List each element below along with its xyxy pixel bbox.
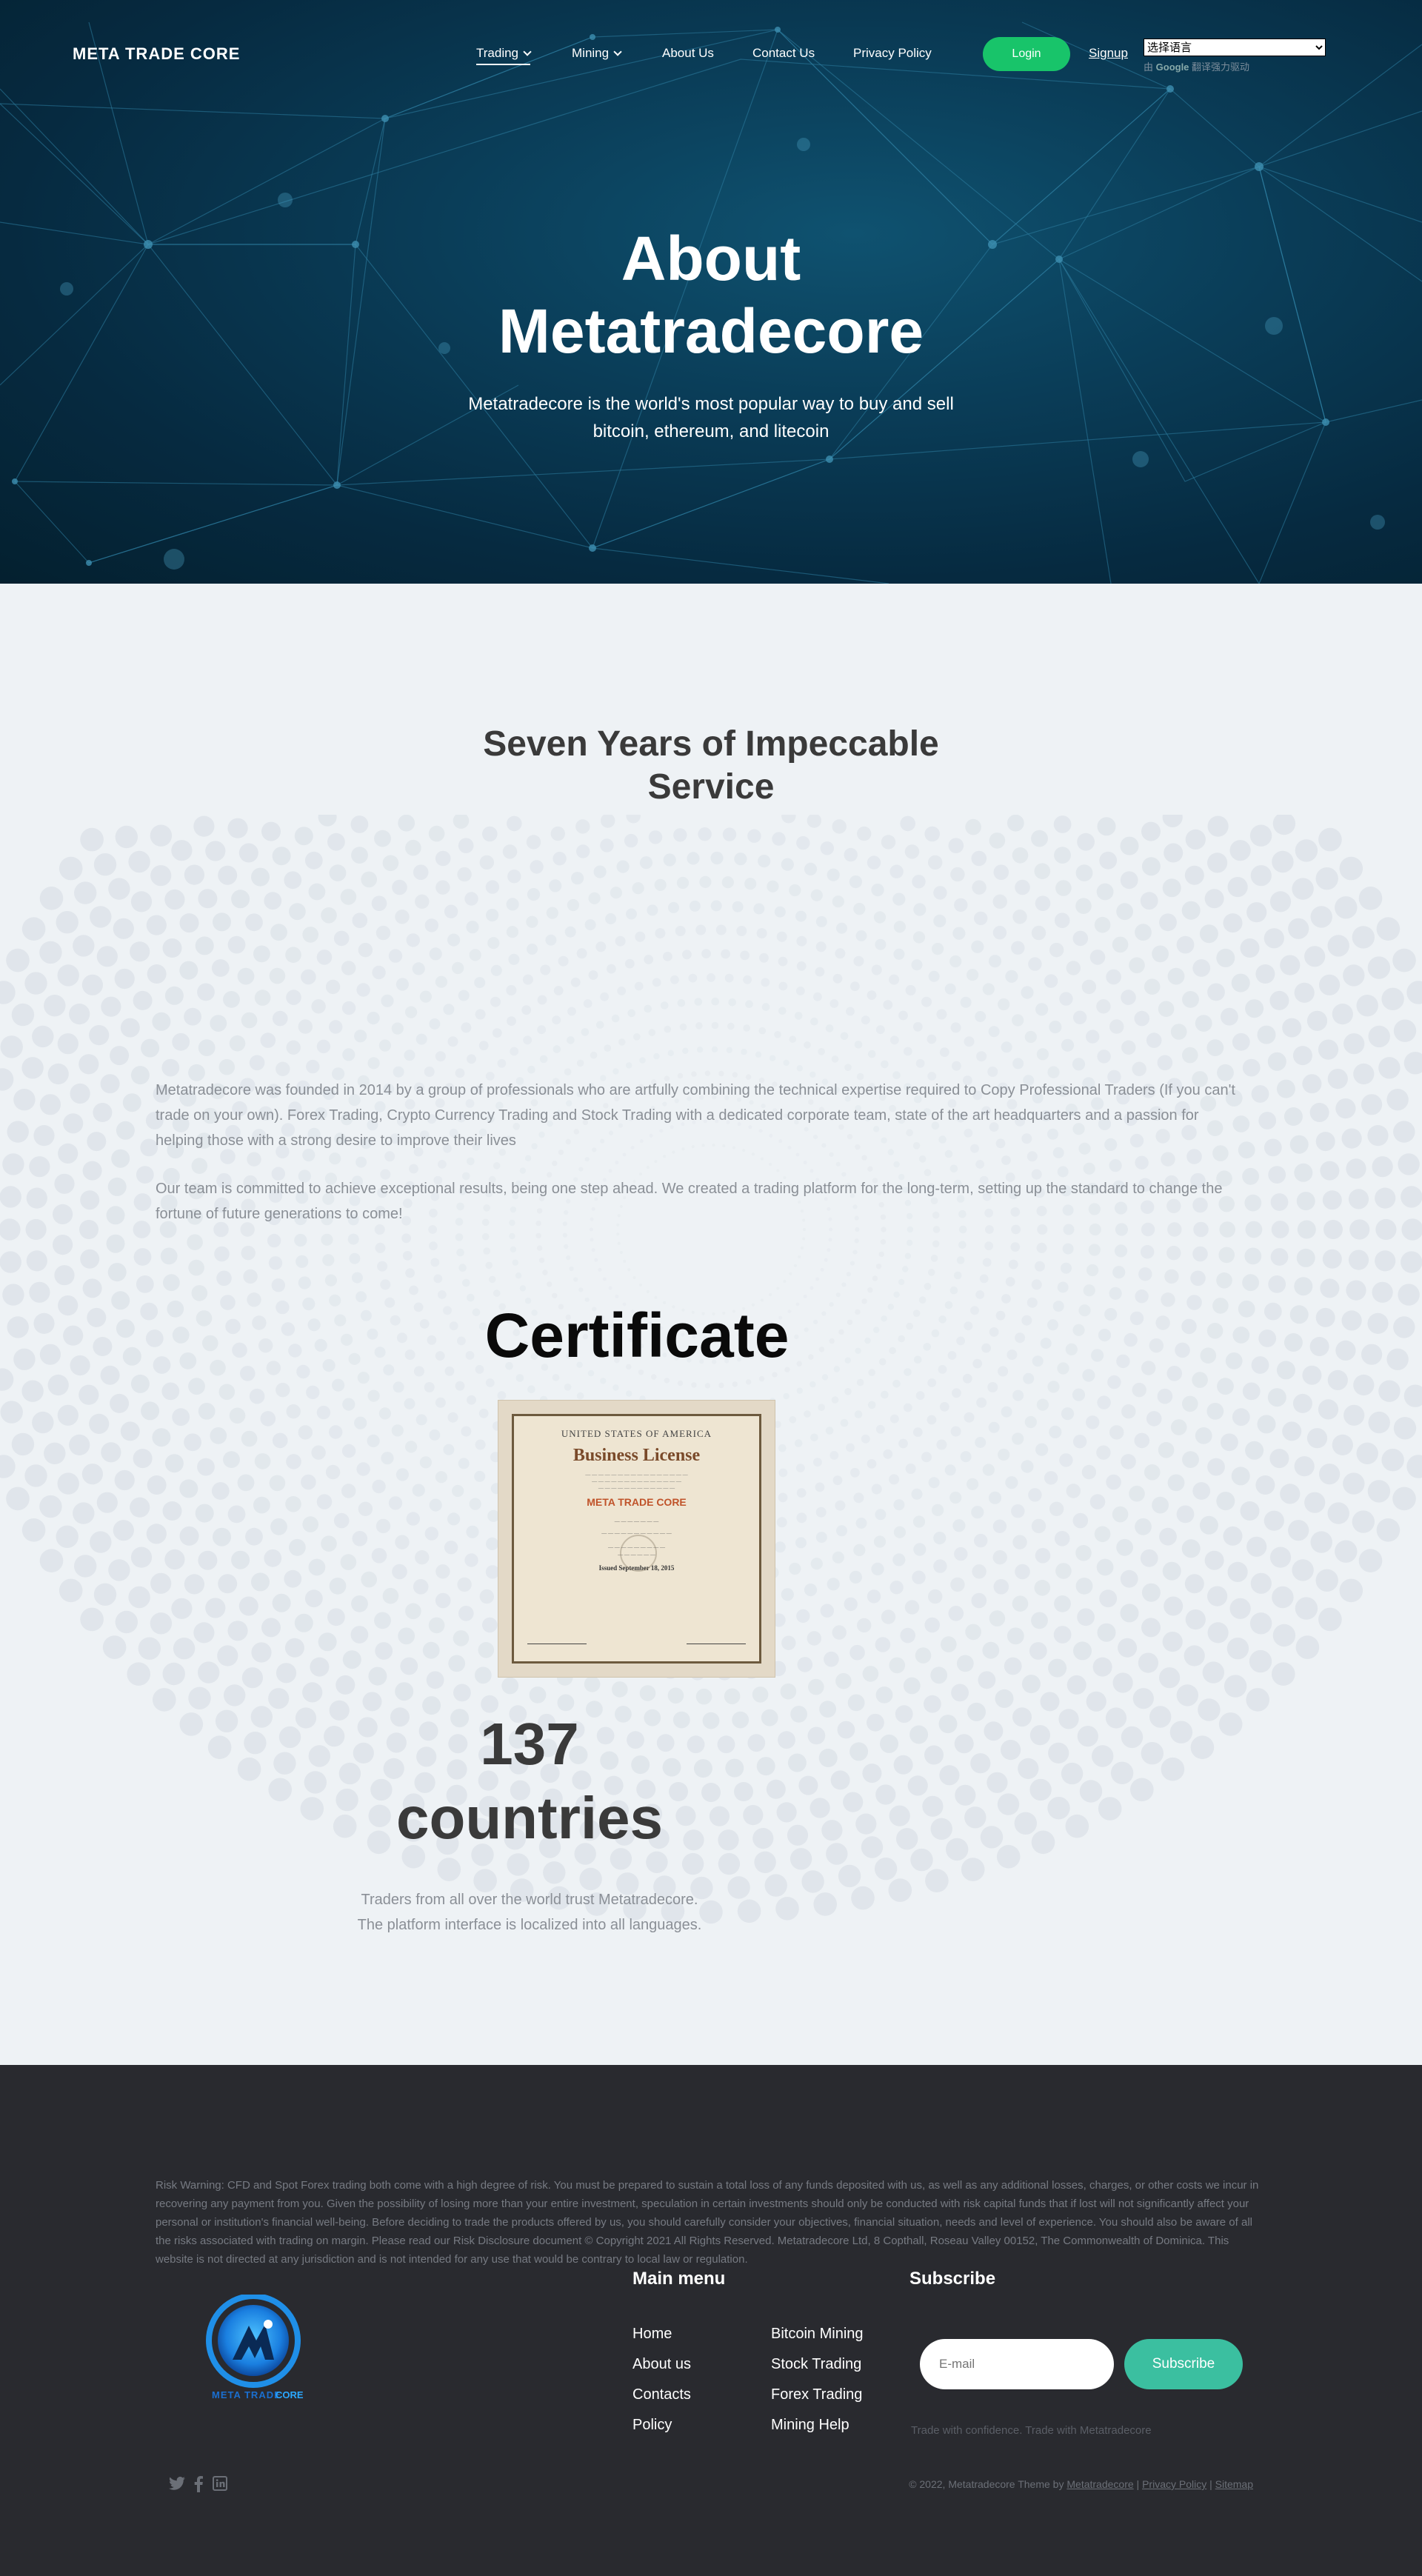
footer-link-contacts[interactable]: Contacts: [632, 2386, 691, 2403]
hero-section: META TRADE CORE Trading Mining About Us …: [0, 0, 1422, 584]
powered-suffix: 翻译强力驱动: [1192, 61, 1250, 73]
login-button[interactable]: Login: [983, 37, 1070, 71]
risk-warning: Risk Warning: CFD and Spot Forex trading…: [156, 2179, 1259, 2266]
footer-link-mining-help[interactable]: Mining Help: [771, 2417, 849, 2434]
google-translate-credit: 由 Google 翻译强力驱动: [1144, 59, 1249, 73]
top-navigation: META TRADE CORE Trading Mining About Us …: [0, 0, 1422, 111]
nav-trading-label: Trading: [476, 46, 519, 60]
logo-core-text: CORE: [276, 2389, 304, 2400]
about-paragraph-1: Metatradecore was founded in 2014 by a g…: [156, 1082, 1235, 1149]
language-select[interactable]: 选择语言: [1144, 39, 1326, 56]
copyright-text: © 2022, Metatradecore Theme by: [909, 2478, 1064, 2490]
privacy-policy-link[interactable]: Privacy Policy: [1142, 2478, 1206, 2490]
footer-link-bitcoin-mining[interactable]: Bitcoin Mining: [771, 2326, 864, 2343]
certificate-header: UNITED STATES OF AMERICA: [561, 1428, 712, 1439]
certificate-fine-print: — — — — — — — — — — — — — — — — — — — — —…: [585, 1472, 688, 1491]
hero-title: About Metatradecore: [0, 222, 1422, 367]
certificate-line: — — — — — — —: [614, 1518, 659, 1524]
countries-stat: 137 countries: [356, 1707, 704, 1855]
email-input[interactable]: [920, 2339, 1114, 2389]
twitter-icon[interactable]: [169, 2476, 185, 2495]
footer-tagline: Trade with confidence. Trade with Metatr…: [911, 2424, 1152, 2437]
certificate-company: META TRADE CORE: [587, 1496, 687, 1508]
about-title-line1: Seven Years of Impeccable: [483, 724, 939, 764]
hero-title-line1: About: [621, 224, 801, 293]
main-menu-title: Main menu: [632, 2269, 726, 2289]
certificate-document: UNITED STATES OF AMERICA Business Licens…: [512, 1414, 761, 1664]
footer-link-about-us[interactable]: About us: [632, 2356, 691, 2373]
signature-left: [527, 1644, 587, 1646]
nav-mining-label: Mining: [572, 46, 610, 60]
facebook-icon[interactable]: [194, 2476, 203, 2497]
signup-link[interactable]: Signup: [1089, 46, 1128, 61]
hero-subtitle: Metatradecore is the world's most popula…: [468, 394, 954, 441]
copyright: © 2022, Metatradecore Theme by Metatrade…: [909, 2478, 1253, 2490]
signature-right: [687, 1644, 746, 1646]
certificate-title: Certificate: [484, 1301, 790, 1370]
nav-privacy-policy[interactable]: Privacy Policy: [853, 46, 932, 61]
countries-number: 137: [480, 1711, 579, 1777]
footer-link-forex-trading[interactable]: Forex Trading: [771, 2386, 862, 2403]
metatradecore-logo[interactable]: META TRADE CORE: [194, 2295, 313, 2402]
nav-trading[interactable]: Trading: [476, 46, 532, 65]
brand-logo[interactable]: META TRADE CORE: [73, 44, 240, 64]
nav-about-us[interactable]: About Us: [662, 46, 714, 61]
footer-link-stock-trading[interactable]: Stock Trading: [771, 2356, 861, 2373]
chevron-down-icon: [613, 47, 622, 56]
about-title-line2: Service: [647, 767, 775, 807]
countries-unit: countries: [395, 1785, 664, 1851]
linkedin-icon[interactable]: [213, 2476, 227, 2495]
theme-link[interactable]: Metatradecore: [1066, 2478, 1133, 2490]
about-section-title: Seven Years of Impeccable Service: [415, 723, 1007, 809]
subscribe-button[interactable]: Subscribe: [1124, 2339, 1243, 2389]
hero-title-line2: Metatradecore: [498, 296, 924, 366]
subscribe-title: Subscribe: [909, 2269, 996, 2289]
sitemap-link[interactable]: Sitemap: [1215, 2478, 1253, 2490]
google-wordmark: Google: [1155, 61, 1189, 73]
footer: Risk Warning: CFD and Spot Forex trading…: [0, 2065, 1422, 2576]
nav-contact-us[interactable]: Contact Us: [752, 46, 815, 61]
footer-link-policy[interactable]: Policy: [632, 2417, 672, 2434]
footer-link-home[interactable]: Home: [632, 2326, 672, 2343]
chevron-down-icon: [523, 47, 532, 56]
certificate-license-title: Business License: [573, 1446, 701, 1465]
certificate-seal: [620, 1535, 657, 1572]
business-license-image: UNITED STATES OF AMERICA Business Licens…: [498, 1400, 775, 1678]
about-paragraph-2: Our team is committed to achieve excepti…: [156, 1181, 1223, 1222]
powered-prefix: 由: [1144, 61, 1154, 73]
svg-text:META TRADE: META TRADE: [212, 2389, 281, 2400]
nav-mining[interactable]: Mining: [572, 46, 622, 61]
countries-description: Traders from all over the world trust Me…: [357, 1892, 702, 1933]
